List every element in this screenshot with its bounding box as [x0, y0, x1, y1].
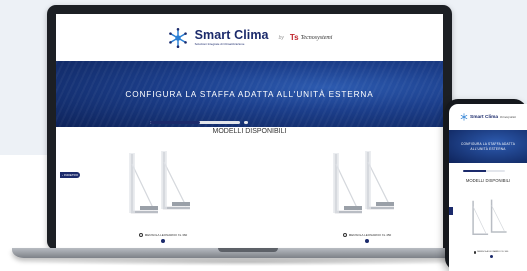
chevron-left-icon: ‹ [61, 173, 63, 177]
back-button-label: INDIETRO [63, 173, 79, 177]
radio-button[interactable] [342, 233, 347, 237]
product-option[interactable]: MENSOLA LEONARDO XL 450 [322, 233, 412, 237]
partner-mark-icon: Ts [289, 33, 299, 42]
mobile-section-title: MODELLI DISPONIBILI [465, 178, 511, 183]
snowflake-logo-icon[interactable] [460, 113, 468, 121]
product-label: MENSOLA LEONARDO XL 360 [144, 233, 188, 237]
bracket-image [333, 151, 394, 214]
info-dot-icon[interactable] [161, 239, 165, 243]
mobile-back-button[interactable] [449, 207, 453, 215]
step-progress-fill [150, 121, 200, 124]
product-label: MENSOLA LEONARDO XL 450 [348, 233, 392, 237]
mobile-product-card[interactable]: MENSOLA LEONARDO XL 360 [465, 196, 517, 258]
radio-button[interactable] [138, 233, 143, 237]
hero-banner: CONFIGURA LA STAFFA ADATTA ALL'UNITÀ EST… [56, 61, 443, 127]
mobile-header: Smart Clima Tecnosystemi [449, 110, 527, 124]
bracket-image [129, 151, 190, 214]
mobile-brand-title: Smart Clima [470, 114, 499, 120]
mobile-hero-banner: CONFIGURA LA STAFFA ADATTA ALL'UNITÀ EST… [449, 130, 527, 163]
partner-name: Tecnosystemi [300, 34, 333, 41]
product-card[interactable]: MENSOLA LEONARDO XL 450 [322, 150, 412, 243]
laptop-shadow [20, 258, 475, 266]
bracket-image [472, 199, 507, 236]
brand-block: Smart Clima Soluzioni Integrate di Clima… [195, 29, 269, 47]
phone-screen: Smart Clima Tecnosystemi CONFIGURA LA ST… [449, 104, 527, 271]
mobile-product-label: MENSOLA LEONARDO XL 360 [477, 251, 509, 254]
laptop-notch [218, 248, 278, 252]
brand-title: Smart Clima [194, 27, 269, 42]
back-button[interactable]: ‹ INDIETRO [60, 172, 80, 178]
partner-logo: Ts Tecnosystemi [290, 33, 333, 42]
snowflake-logo-icon[interactable] [167, 27, 189, 49]
step-progress-bar [150, 121, 240, 124]
section-title: MODELLI DISPONIBILI [212, 128, 287, 135]
mobile-step-progress-bar [463, 170, 505, 172]
mobile-product-option[interactable]: MENSOLA LEONARDO XL 360 [465, 251, 517, 254]
site-header: Smart Clima Soluzioni Integrate di Clima… [56, 14, 443, 61]
info-dot-icon[interactable] [489, 255, 493, 258]
product-option[interactable]: MENSOLA LEONARDO XL 360 [118, 233, 208, 237]
radio-button[interactable] [473, 251, 477, 254]
mobile-step-progress-fill [463, 170, 487, 172]
mobile-hero-title: CONFIGURA LA STAFFA ADATTA ALL'UNITÀ EST… [460, 142, 516, 151]
product-card[interactable]: MENSOLA LEONARDO XL 360 [118, 150, 208, 243]
step-progress-end [244, 121, 248, 124]
mobile-partner-name: Tecnosystemi [500, 115, 516, 119]
brand-by: by [278, 34, 284, 41]
hero-title: CONFIGURA LA STAFFA ADATTA ALL'UNITÀ EST… [125, 89, 374, 99]
info-dot-icon[interactable] [365, 239, 369, 243]
brand-tagline: Soluzioni Integrate di Climatizzazione [194, 42, 245, 47]
